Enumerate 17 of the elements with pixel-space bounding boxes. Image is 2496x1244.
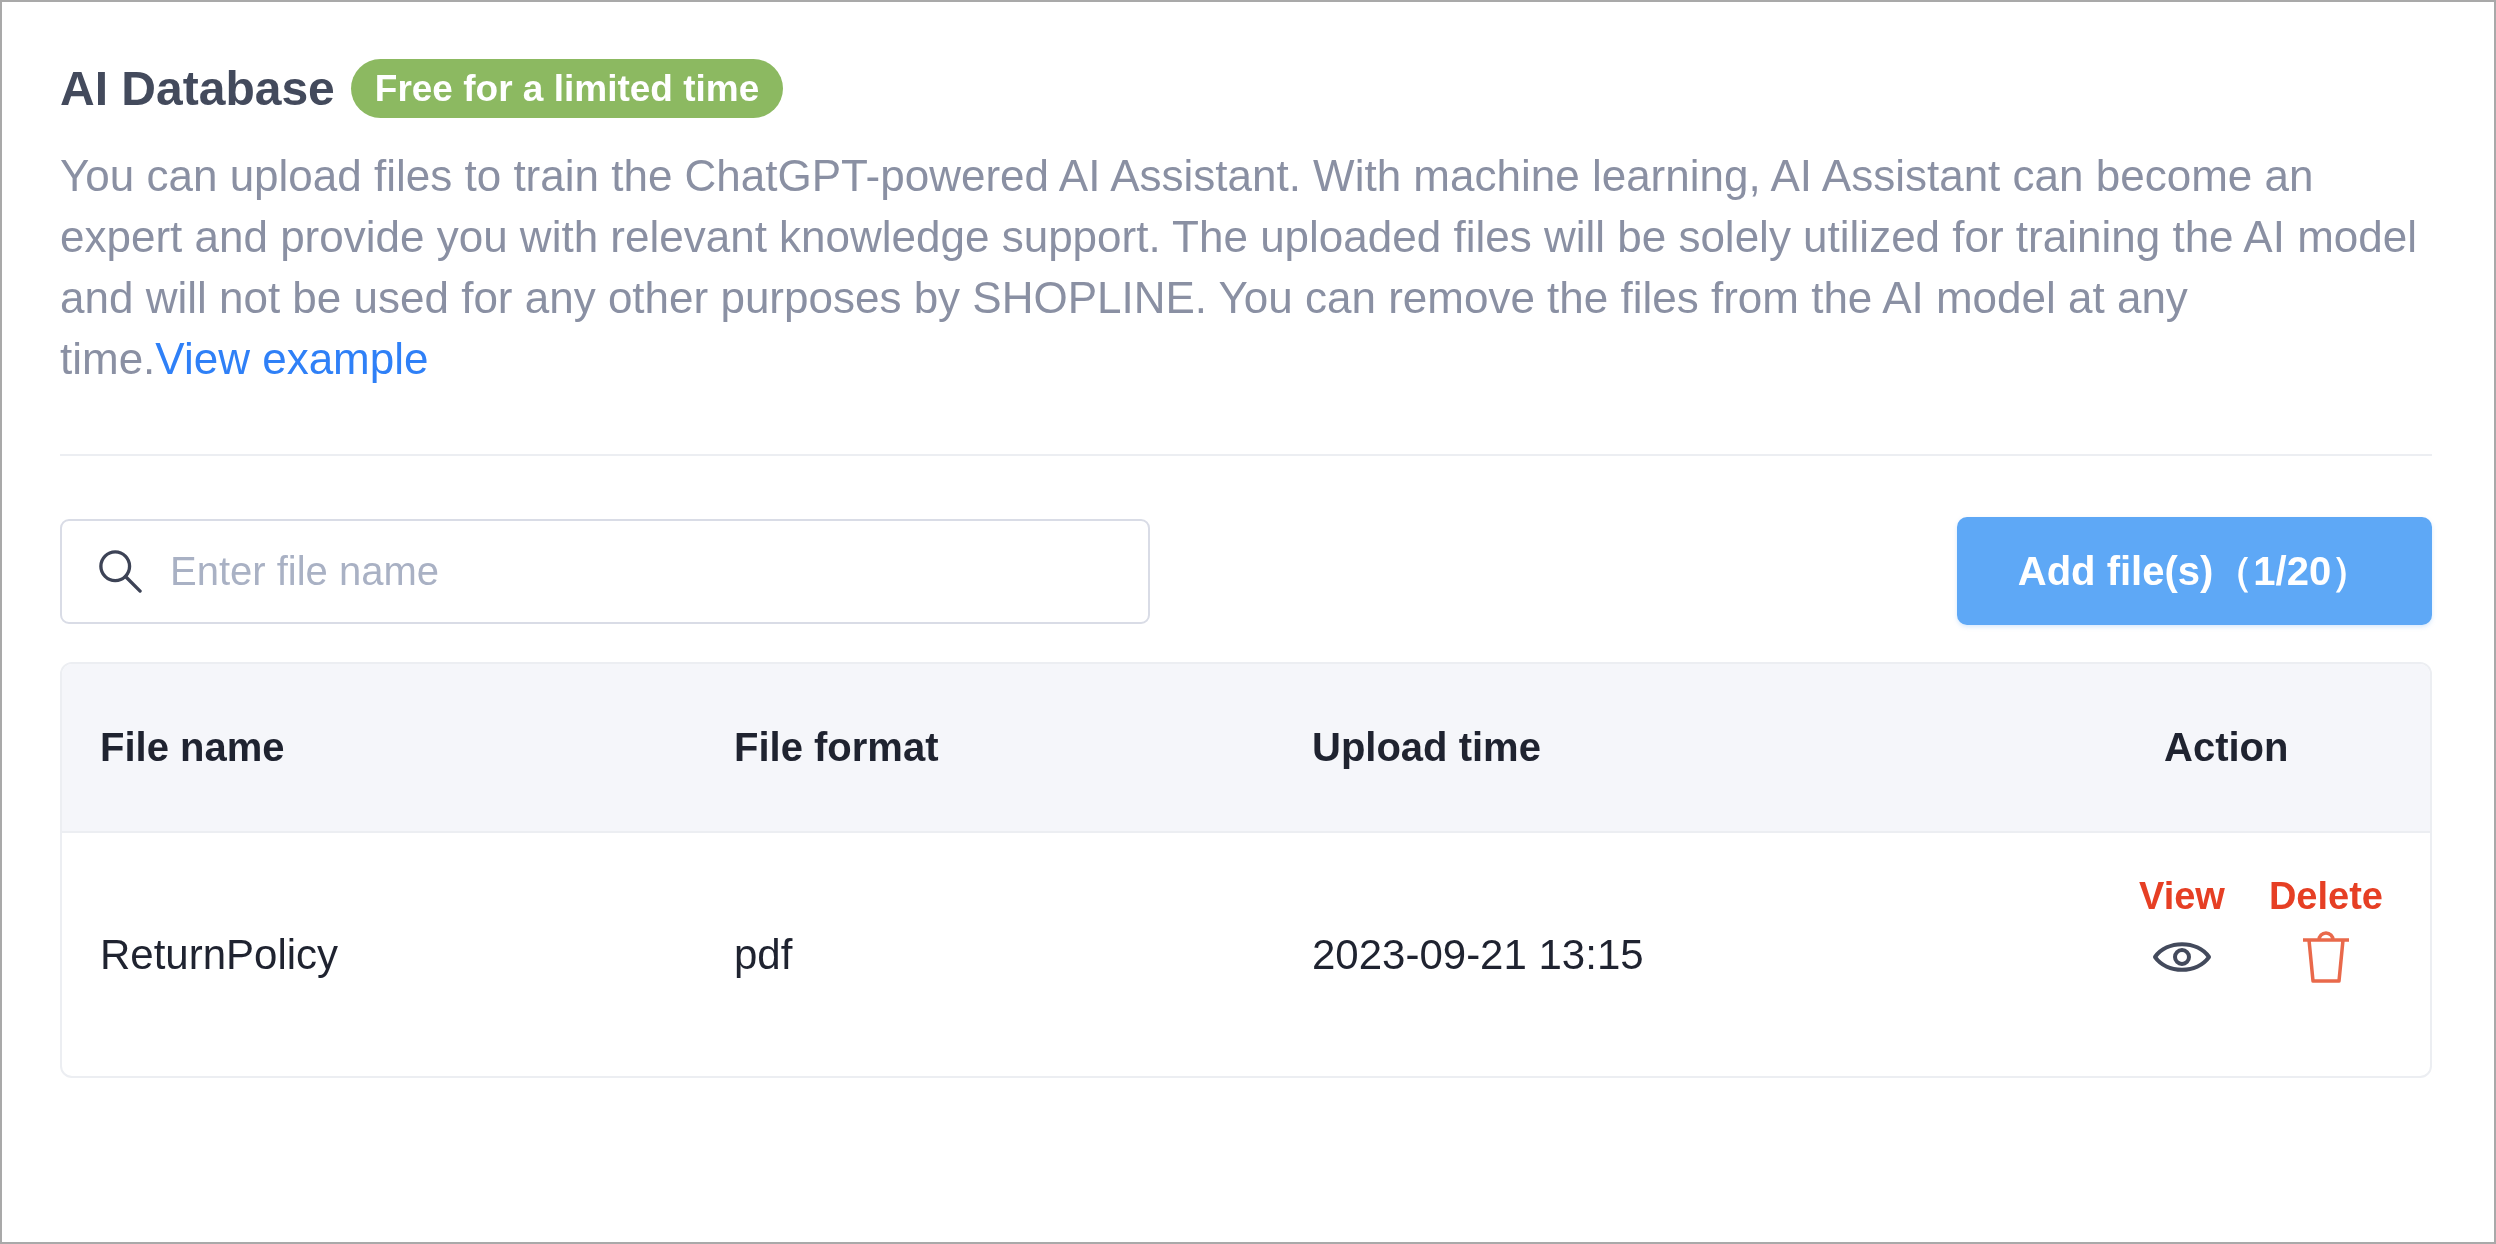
- table-cell-text: ReturnPolicy: [99, 930, 339, 979]
- search-icon: [98, 548, 142, 593]
- table-cell-text: 2023-09-21 13:15: [1311, 930, 1644, 979]
- column-header: Action: [2164, 725, 2289, 770]
- promo-badge: Free for a limited time: [350, 59, 784, 118]
- view-example-link[interactable]: View example: [155, 334, 429, 383]
- column-header: File name: [99, 725, 285, 770]
- delete-button[interactable]: Delete: [2268, 874, 2383, 983]
- view-button[interactable]: View: [2139, 874, 2225, 983]
- column-header: Upload time: [1311, 725, 1541, 770]
- trash-icon: [2300, 930, 2351, 983]
- page-title: AI Database: [60, 60, 335, 117]
- description-text: You can upload files to train the ChatGPT-powered AI Assistant. With machine learning, AI Assistant can become an expert and provide you with relevant knowledge support. The uploaded files will be solely utilized for training the AI model and will not be used for any other purposes by SHOPLINE. You can remove the files from the AI model at any time.View example: [60, 150, 2418, 385]
- table-cell-text: pdf: [733, 930, 793, 979]
- add-files-button[interactable]: Add file(s)（1/20）: [1957, 517, 2432, 625]
- column-header: File format: [733, 725, 939, 770]
- search-field[interactable]: Enter file name: [60, 518, 1150, 624]
